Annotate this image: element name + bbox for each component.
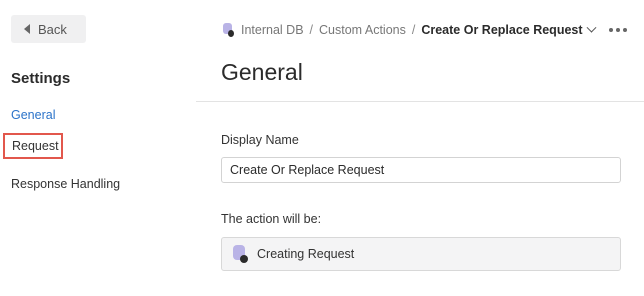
- database-create-icon: [232, 245, 248, 263]
- header-divider: [196, 101, 644, 102]
- sidebar-item-response-handling[interactable]: Response Handling: [11, 177, 120, 191]
- breadcrumb: Internal DB / Custom Actions / Create Or…: [222, 22, 627, 38]
- action-type-value: Creating Request: [257, 247, 355, 261]
- breadcrumb-separator: /: [309, 23, 314, 37]
- settings-sidebar: Back Settings General Request Response H…: [0, 0, 196, 296]
- sidebar-item-request[interactable]: Request: [3, 133, 63, 159]
- breadcrumb-item-internal-db[interactable]: Internal DB: [241, 23, 304, 37]
- breadcrumb-current[interactable]: Create Or Replace Request: [421, 23, 582, 37]
- display-name-input[interactable]: [221, 157, 621, 183]
- chevron-down-icon[interactable]: [586, 22, 596, 33]
- display-name-label: Display Name: [221, 133, 299, 147]
- settings-title: Settings: [11, 70, 71, 87]
- sidebar-item-request-label: Request: [12, 139, 59, 153]
- action-type-field: Creating Request: [221, 237, 621, 271]
- more-options-icon[interactable]: [608, 28, 627, 32]
- page-title: General: [221, 59, 303, 85]
- breadcrumb-separator: /: [411, 23, 416, 37]
- action-label: The action will be:: [221, 212, 322, 226]
- sidebar-item-general[interactable]: General: [11, 108, 55, 122]
- database-icon: [222, 23, 234, 37]
- back-button[interactable]: Back: [11, 15, 86, 43]
- breadcrumb-item-custom-actions[interactable]: Custom Actions: [319, 23, 406, 37]
- back-arrow-icon: [24, 24, 30, 34]
- back-button-label: Back: [38, 21, 67, 37]
